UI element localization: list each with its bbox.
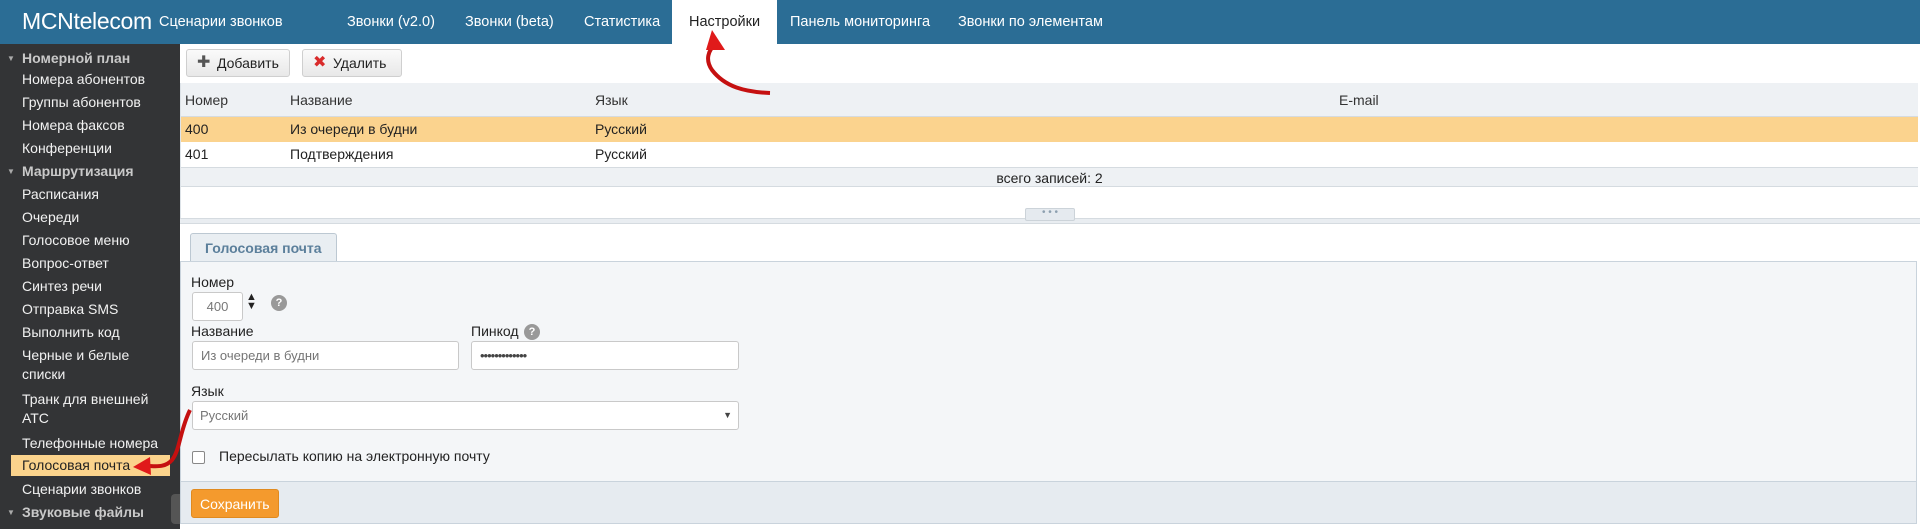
sidebar-item-conferences[interactable]: Конференции: [22, 139, 170, 158]
tab-voicemail[interactable]: Голосовая почта: [190, 233, 337, 262]
sidebar-item-run-code[interactable]: Выполнить код: [22, 323, 170, 342]
nav-statistics[interactable]: Статистика: [572, 0, 672, 44]
column-header-email[interactable]: E-mail: [1339, 83, 1379, 117]
sidebar-item-black-white-lists[interactable]: Черные и белые списки: [22, 346, 170, 384]
language-select[interactable]: Русский ▼: [192, 401, 739, 430]
delete-button[interactable]: ✖ Удалить: [302, 49, 402, 77]
sidebar-item-speech-synthesis[interactable]: Синтез речи: [22, 277, 170, 296]
save-button[interactable]: Сохранить: [191, 489, 279, 518]
sidebar-item-send-sms[interactable]: Отправка SMS: [22, 300, 170, 319]
sidebar: ▼ Номерной план Номера абонентов Группы а…: [0, 44, 180, 529]
number-label: Номер: [191, 274, 235, 290]
caret-down-icon: ▼: [7, 508, 15, 517]
nav-calls-beta[interactable]: Звонки (beta): [453, 0, 566, 44]
add-button[interactable]: ✚ Добавить: [186, 49, 290, 77]
sidebar-item-schedules[interactable]: Расписания: [22, 185, 170, 204]
name-input[interactable]: [192, 341, 459, 370]
forward-email-checkbox[interactable]: [192, 451, 205, 464]
voicemail-form: Номер ▲▼ ? Название Пинкод ? •••••••••••…: [180, 261, 1917, 482]
nav-calls-v2[interactable]: Звонки (v2.0): [335, 0, 447, 44]
table-row[interactable]: 400 Из очереди в будни Русский: [181, 117, 1918, 142]
close-icon: ✖: [313, 54, 327, 71]
help-icon[interactable]: ?: [271, 295, 287, 311]
column-header-number[interactable]: Номер: [185, 83, 228, 117]
table-header: Номер Название Язык E-mail: [181, 83, 1918, 117]
sidebar-item-queues[interactable]: Очереди: [22, 208, 170, 227]
column-header-language[interactable]: Язык: [595, 83, 628, 117]
caret-down-icon: ▼: [7, 167, 15, 176]
sidebar-item-voicemail[interactable]: Голосовая почта: [11, 455, 170, 476]
stepper-arrows-icon[interactable]: ▲ ▼: [246, 292, 257, 312]
sidebar-item-external-pbx-trunk[interactable]: Транк для внешней АТС: [22, 390, 170, 428]
logo[interactable]: MCNtelecom: [22, 8, 152, 35]
table-row[interactable]: 401 Подтверждения Русский: [181, 142, 1918, 167]
sidebar-group-routing[interactable]: ▼ Маршрутизация: [0, 160, 134, 182]
sidebar-item-fax-numbers[interactable]: Номера факсов: [22, 116, 170, 135]
nav-call-scenarios[interactable]: Сценарии звонков: [147, 0, 295, 44]
nav-calls-by-element[interactable]: Звонки по элементам: [946, 0, 1115, 44]
help-icon[interactable]: ?: [524, 324, 540, 340]
top-navbar: MCNtelecom Сценарии звонков Звонки (v2.0…: [0, 0, 1920, 44]
toolbar: ✚ Добавить ✖ Удалить: [180, 44, 1920, 83]
record-count: всего записей: 2: [181, 167, 1918, 187]
app-root: MCNtelecom Сценарии звонков Звонки (v2.0…: [0, 0, 1920, 529]
pin-input[interactable]: •••••••••••••: [471, 341, 739, 370]
sidebar-group-sound-files[interactable]: ▼ Звуковые файлы: [0, 501, 144, 523]
form-tabs: Голосовая почта: [180, 224, 1920, 262]
sidebar-item-voice-menu[interactable]: Голосовое меню: [22, 231, 170, 250]
form-footer: Сохранить: [180, 482, 1917, 524]
nav-monitoring-panel[interactable]: Панель мониторинга: [778, 0, 942, 44]
name-label: Название: [191, 323, 254, 339]
caret-down-icon: ▼: [7, 54, 15, 63]
sidebar-item-question-answer[interactable]: Вопрос-ответ: [22, 254, 170, 273]
sidebar-resize-handle[interactable]: [171, 494, 180, 524]
sidebar-item-subscriber-groups[interactable]: Группы абонентов: [22, 93, 170, 112]
chevron-down-icon: ▼: [723, 410, 732, 420]
pin-label: Пинкод: [471, 323, 519, 339]
forward-email-label[interactable]: Пересылать копию на электронную почту: [219, 448, 490, 464]
nav-settings[interactable]: Настройки: [672, 0, 778, 44]
voicemail-table: Номер Название Язык E-mail 400 Из очеред…: [180, 83, 1918, 218]
sidebar-item-call-scenarios[interactable]: Сценарии звонков: [22, 480, 170, 499]
sidebar-item-phone-numbers[interactable]: Телефонные номера: [22, 434, 170, 453]
sidebar-item-subscriber-numbers[interactable]: Номера абонентов: [22, 70, 170, 89]
sidebar-group-number-plan[interactable]: ▼ Номерной план: [0, 47, 130, 69]
plus-icon: ✚: [197, 54, 211, 71]
splitter-grip-icon[interactable]: • • •: [1025, 208, 1075, 221]
number-input[interactable]: [192, 292, 243, 321]
language-label: Язык: [191, 383, 224, 399]
column-header-name[interactable]: Название: [290, 83, 353, 117]
